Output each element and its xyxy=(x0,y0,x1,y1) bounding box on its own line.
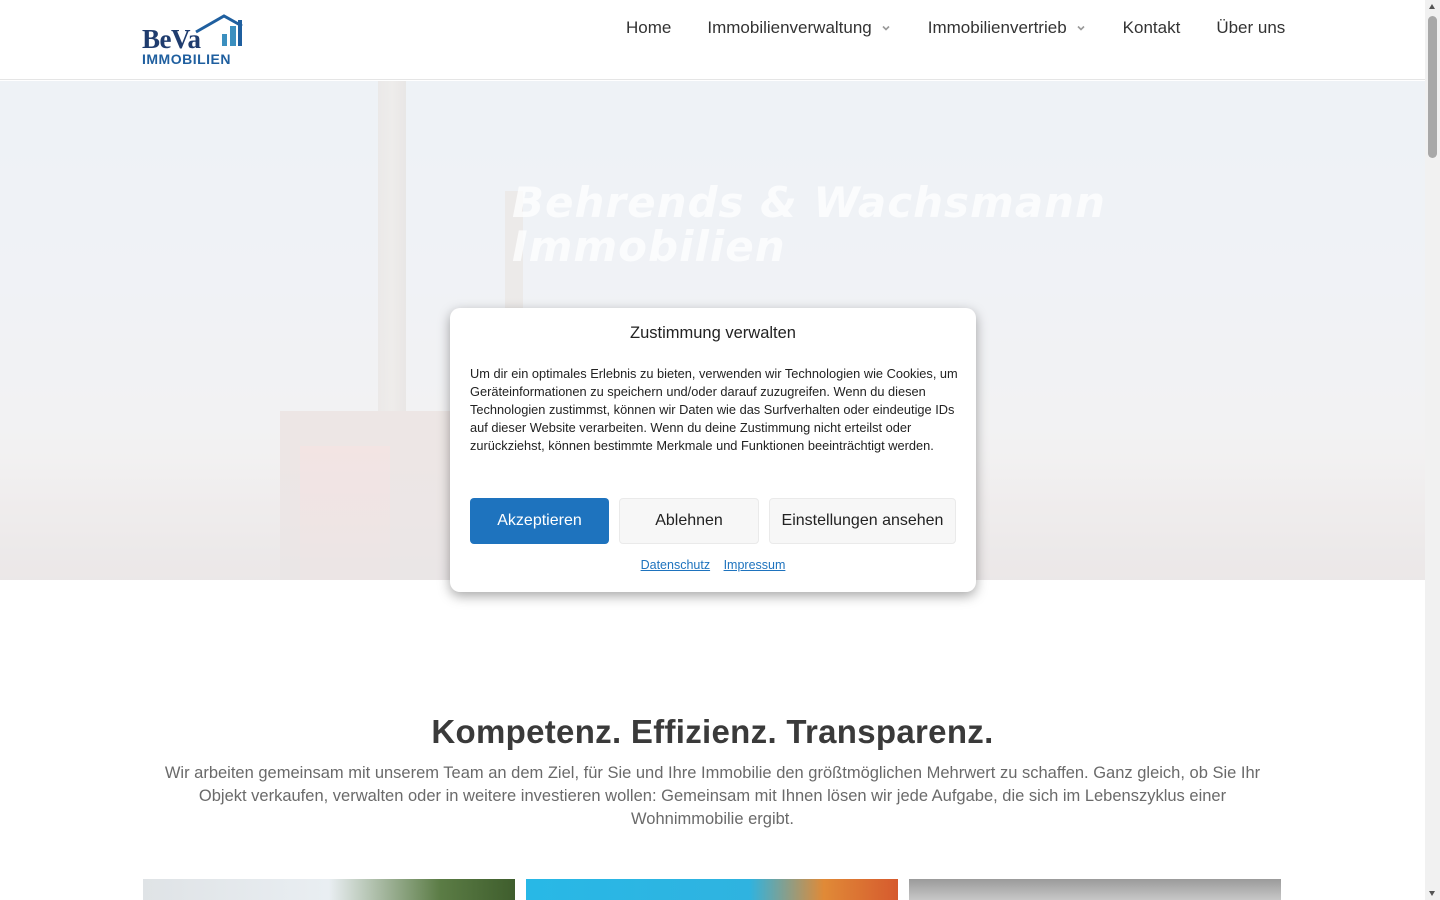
site-header: BeVa IMMOBILIEN Home Immobilienverwaltun… xyxy=(0,0,1425,80)
nav-item-label: Immobilienverwaltung xyxy=(707,18,872,37)
nav-item-label: Über uns xyxy=(1216,18,1286,37)
nav-item-label: Kontakt xyxy=(1122,18,1181,37)
site-logo[interactable]: BeVa IMMOBILIEN xyxy=(142,14,244,68)
cookie-consent-dialog: Zustimmung verwalten Um dir ein optimale… xyxy=(450,308,976,592)
house-logo-icon xyxy=(195,14,243,46)
scrollbar-thumb[interactable] xyxy=(1428,16,1437,158)
logo-subtitle: IMMOBILIEN xyxy=(142,51,231,67)
privacy-link[interactable]: Datenschutz xyxy=(641,558,710,572)
page-scrollbar[interactable] xyxy=(1425,0,1440,900)
section-text: Wir arbeiten gemeinsam mit unserem Team … xyxy=(164,764,1261,828)
nav-item-ueber-uns[interactable]: Über uns xyxy=(1198,18,1303,38)
chevron-down-icon xyxy=(880,22,892,34)
service-card-image[interactable] xyxy=(526,879,898,900)
nav-item-label: Immobilienvertrieb xyxy=(927,18,1067,37)
nav-item-immobilienverwaltung[interactable]: Immobilienverwaltung xyxy=(689,18,909,38)
nav-item-home[interactable]: Home xyxy=(608,18,689,38)
nav-item-label: Home xyxy=(626,18,672,37)
service-card-image[interactable] xyxy=(143,879,515,900)
dialog-links: Datenschutz Impressum xyxy=(450,558,976,572)
scroll-down-arrow-icon[interactable] xyxy=(1429,891,1435,896)
hero-title: Behrends & Wachsmann Immobilien xyxy=(512,178,1106,271)
dialog-title: Zustimmung verwalten xyxy=(630,324,796,342)
scroll-up-arrow-icon[interactable] xyxy=(1429,4,1435,9)
accept-button[interactable]: Akzeptieren xyxy=(470,498,609,544)
imprint-link[interactable]: Impressum xyxy=(724,558,786,572)
nav-item-immobilienvertrieb[interactable]: Immobilienvertrieb xyxy=(910,18,1105,38)
view-settings-button[interactable]: Einstellungen ansehen xyxy=(769,498,956,544)
service-card-image[interactable] xyxy=(909,879,1281,900)
deny-button[interactable]: Ablehnen xyxy=(619,498,759,544)
main-nav: Home Immobilienverwaltung Immobilienvert… xyxy=(608,0,1303,56)
nav-item-kontakt[interactable]: Kontakt xyxy=(1105,18,1199,38)
section-title: Kompetenz. Effizienz. Transparenz. xyxy=(431,713,994,750)
chevron-down-icon xyxy=(1075,22,1087,34)
dialog-body-text: Um dir ein optimales Erlebnis zu bieten,… xyxy=(470,366,958,453)
